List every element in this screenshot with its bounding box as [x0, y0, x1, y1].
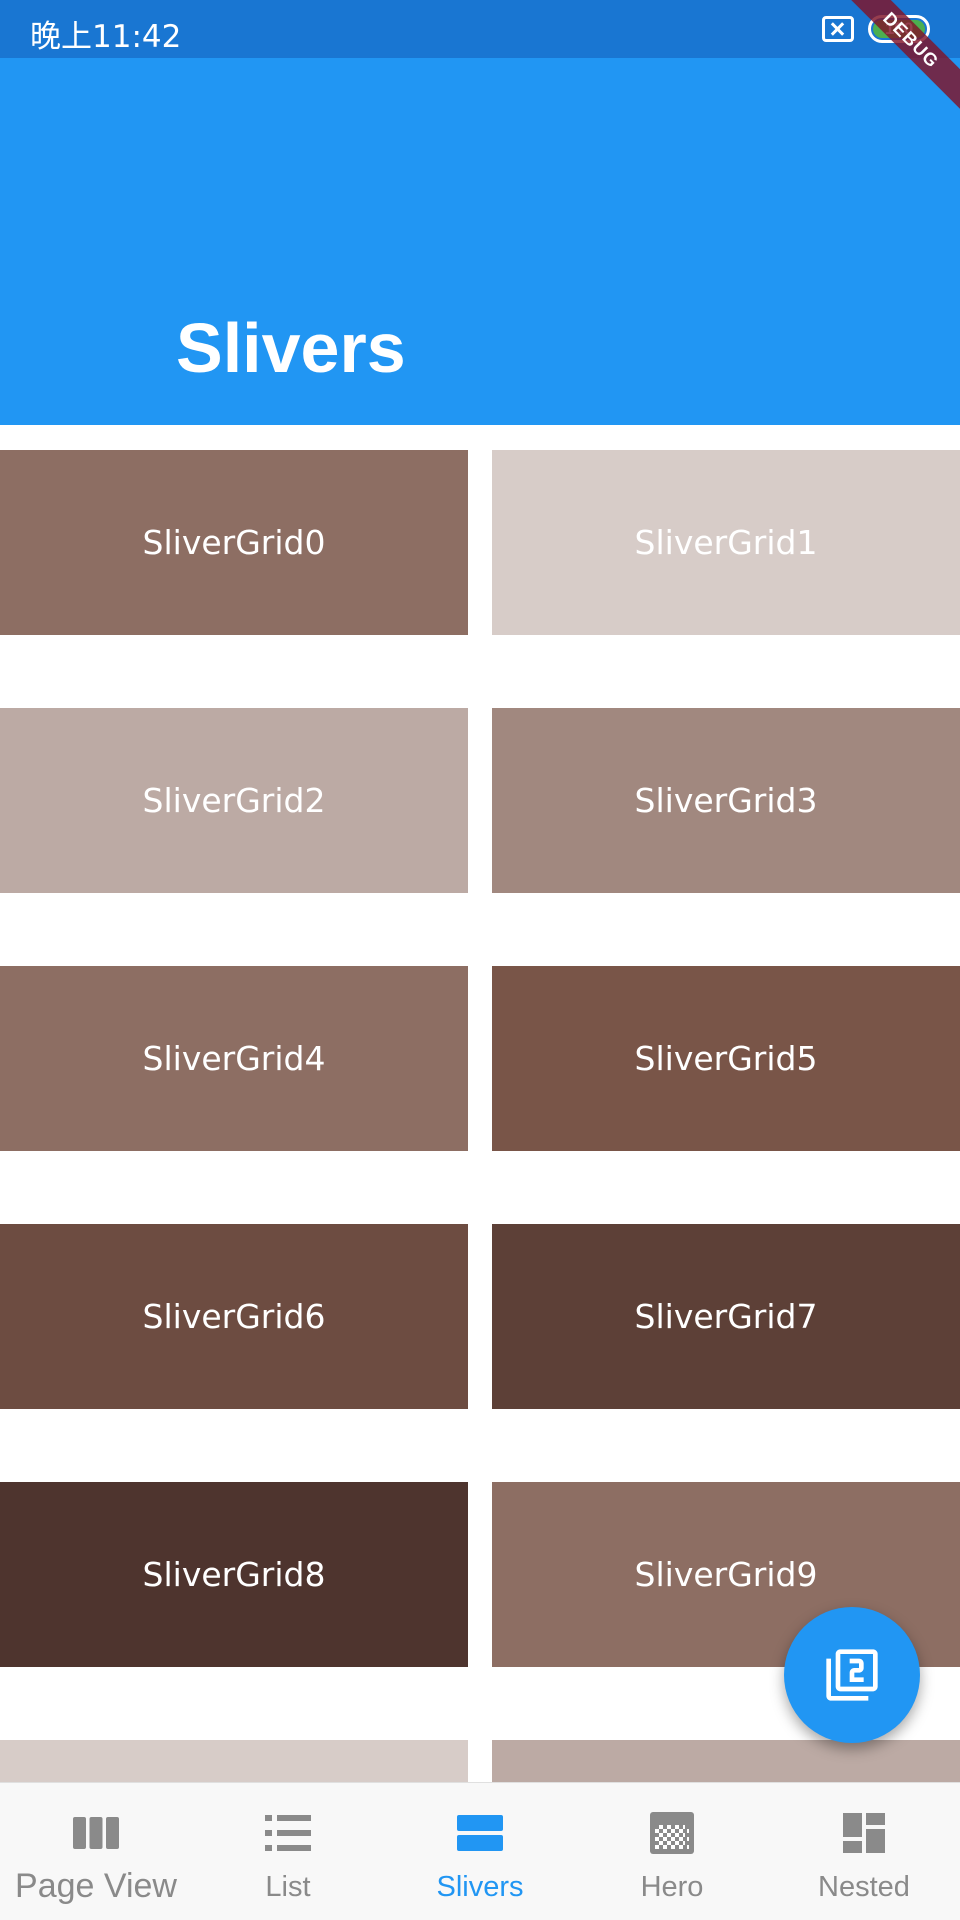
- nav-item-page-view[interactable]: Page View: [0, 1783, 192, 1920]
- status-bar: 晚上11:42 100: [0, 0, 960, 58]
- fab-button[interactable]: [784, 1607, 920, 1743]
- nav-item-list[interactable]: List: [192, 1783, 384, 1920]
- nav-item-hero[interactable]: Hero: [576, 1783, 768, 1920]
- nav-item-nested[interactable]: Nested: [768, 1783, 960, 1920]
- grid-tile-8[interactable]: SliverGrid8: [0, 1482, 468, 1667]
- texture-icon: [650, 1812, 694, 1854]
- grid-tile-6[interactable]: SliverGrid6: [0, 1224, 468, 1409]
- app-bar: Slivers: [0, 58, 960, 425]
- bottom-navigation: Page View List Slivers Hero Nested: [0, 1782, 960, 1920]
- nav-label-slivers: Slivers: [436, 1871, 524, 1903]
- dashboard-icon: [843, 1813, 885, 1853]
- status-time: 晚上11:42: [30, 19, 182, 55]
- grid-tile-2[interactable]: SliverGrid2: [0, 708, 468, 893]
- filter-2-icon: [826, 1649, 878, 1701]
- grid-tile-4[interactable]: SliverGrid4: [0, 966, 468, 1151]
- grid-tile-3[interactable]: SliverGrid3: [492, 708, 960, 893]
- nav-label-page-view: Page View: [15, 1867, 177, 1905]
- nav-label-list: List: [265, 1871, 311, 1903]
- grid-tile-1[interactable]: SliverGrid1: [492, 450, 960, 635]
- grid-tile-0[interactable]: SliverGrid0: [0, 450, 468, 635]
- grid-tile-5[interactable]: SliverGrid5: [492, 966, 960, 1151]
- view-column-icon: [73, 1817, 119, 1849]
- nav-label-nested: Nested: [818, 1871, 910, 1903]
- nav-label-hero: Hero: [640, 1871, 704, 1903]
- nav-item-slivers[interactable]: Slivers: [384, 1783, 576, 1920]
- no-sim-icon: [822, 16, 854, 42]
- grid-tile-7[interactable]: SliverGrid7: [492, 1224, 960, 1409]
- list-icon: [265, 1815, 311, 1851]
- view-agenda-icon: [457, 1815, 503, 1851]
- page-title: Slivers: [176, 309, 406, 387]
